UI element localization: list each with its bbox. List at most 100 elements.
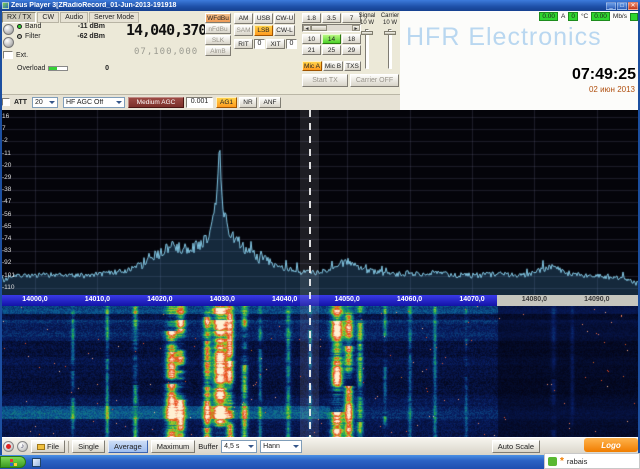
utility-button-2[interactable]: nFdBu — [205, 24, 231, 34]
txs-button[interactable]: TXS — [344, 61, 361, 71]
mode-usb[interactable]: USB — [254, 13, 273, 24]
window-fn-value: Hann — [263, 443, 291, 450]
mode-am[interactable]: AM — [234, 13, 253, 24]
tab-cw[interactable]: CW — [37, 12, 59, 23]
carrier-slider[interactable] — [388, 29, 392, 69]
signal-label: Signal — [356, 13, 378, 19]
spectrum-panel[interactable] — [0, 110, 640, 295]
utility-button-3[interactable]: SLK — [205, 35, 231, 45]
ad-popup: Logo * rabais — [544, 437, 640, 469]
ag1-button[interactable]: AG1 — [216, 97, 237, 108]
carrier-slider-thumb[interactable] — [384, 31, 396, 35]
link-status-icon — [630, 13, 638, 21]
mode-cwu[interactable]: CW-U — [274, 13, 295, 24]
band-14[interactable]: 14 — [322, 34, 341, 44]
att-select[interactable]: 20 — [32, 97, 58, 108]
rit-button[interactable]: RIT — [234, 39, 253, 49]
mode-cwl[interactable]: CW-L — [274, 25, 295, 36]
freq-label: 14040,0 — [272, 296, 297, 303]
scroll-left-icon[interactable]: ◄ — [303, 25, 311, 31]
band-25[interactable]: 25 — [322, 45, 341, 55]
tuning-line[interactable] — [309, 110, 311, 437]
vfo-b-frequency[interactable]: 07,100,000 — [134, 47, 198, 57]
band-value: -11 dBm — [78, 23, 105, 30]
chevron-down-icon — [293, 445, 299, 451]
overload-bar — [48, 66, 68, 71]
speaker-icon[interactable]: ♪ — [17, 441, 28, 452]
agc-mode-button[interactable]: Medium AGC — [128, 97, 184, 108]
freq-label: 14090,0 — [584, 296, 609, 303]
app-icon — [2, 2, 9, 9]
control-panel: RX / TX CW Audio Server Mode Band -11 dB… — [0, 11, 640, 110]
tab-audio[interactable]: Audio — [60, 12, 88, 23]
band-10[interactable]: 10 — [302, 34, 321, 44]
utility-button-1[interactable]: WFdBu — [205, 13, 231, 23]
spectrum-canvas[interactable] — [0, 110, 640, 295]
ext-indicator[interactable] — [3, 51, 13, 59]
ad-star-icon: * — [560, 456, 564, 467]
chevron-down-icon — [49, 101, 55, 107]
tuning-knob[interactable] — [3, 24, 14, 35]
start-button[interactable] — [0, 456, 26, 468]
filter-led-icon — [17, 34, 22, 39]
ext-label: Ext. — [16, 52, 28, 59]
xit-button[interactable]: XIT — [266, 39, 285, 49]
temp-value: 0 — [568, 12, 578, 21]
current-unit: A — [561, 13, 565, 20]
band-18[interactable]: 18 — [342, 34, 361, 44]
band-21[interactable]: 21 — [302, 45, 321, 55]
vfo-a-frequency[interactable]: 14,040,370 — [126, 21, 206, 39]
band-3-5[interactable]: 3.5 — [322, 13, 341, 23]
volume-knob[interactable] — [3, 37, 14, 48]
band-scrollbar[interactable]: ◄ ► — [302, 24, 361, 32]
single-button[interactable]: Single — [72, 440, 105, 453]
waterfall-panel[interactable] — [0, 306, 640, 437]
hardware-status: 0.00 A 0 °C 0.00 Mb/s — [539, 12, 638, 21]
anf-button[interactable]: ANF — [259, 97, 281, 108]
signal-slider[interactable] — [365, 29, 369, 69]
close-button[interactable]: ✕ — [628, 2, 638, 10]
hf-agc-select[interactable]: HF AGC Off — [63, 97, 125, 108]
minimize-button[interactable]: _ — [606, 2, 616, 10]
maximum-button[interactable]: Maximum — [151, 440, 196, 453]
record-icon[interactable] — [3, 441, 14, 452]
nr-button[interactable]: NR — [239, 97, 257, 108]
auto-scale-button[interactable]: Auto Scale — [492, 440, 540, 453]
tab-rx-tx[interactable]: RX / TX — [2, 12, 36, 23]
titlebar[interactable]: Zeus Player 3[ZRadioRecord_01-Jun-2013-1… — [0, 0, 640, 11]
mode-lsb[interactable]: LSB — [254, 25, 273, 36]
maximize-button[interactable]: □ — [617, 2, 627, 10]
scroll-thumb[interactable] — [311, 25, 327, 31]
mic-b-button[interactable]: Mic B — [323, 61, 343, 71]
utility-button-4[interactable]: AlmB — [205, 46, 231, 56]
att-checkbox[interactable] — [2, 98, 10, 106]
freq-label: 14080,0 — [522, 296, 547, 303]
chevron-down-icon — [116, 101, 122, 107]
toolbar-separator — [68, 441, 69, 453]
ad-logo[interactable]: Logo — [584, 438, 638, 452]
signal-slider-thumb[interactable] — [361, 31, 373, 35]
ad-card[interactable]: * rabais — [544, 453, 640, 469]
att-label: ATT — [14, 99, 27, 106]
xit-value[interactable]: 0 — [286, 39, 297, 49]
carrier-off-button[interactable]: Carrier OFF — [350, 74, 399, 87]
waterfall-canvas[interactable] — [0, 306, 640, 437]
buffer-label: Buffer — [198, 442, 218, 451]
quicklaunch-icon[interactable] — [32, 458, 41, 467]
band-1-8[interactable]: 1.8 — [302, 13, 321, 23]
filter-label: Filter — [25, 33, 41, 40]
rit-value[interactable]: 0 — [254, 39, 265, 49]
average-button[interactable]: Average — [108, 440, 148, 453]
overload-label: Overload — [17, 65, 45, 72]
ad-green-icon — [548, 457, 557, 466]
mode-sam[interactable]: SAM — [234, 25, 253, 36]
buffer-select[interactable]: 4,5 s — [221, 440, 257, 453]
frequency-ruler[interactable]: 14000,014010,014020,014030,014040,014050… — [0, 295, 640, 306]
start-tx-button[interactable]: Start TX — [302, 74, 348, 87]
mic-a-button[interactable]: Mic A — [302, 61, 322, 71]
agc-value[interactable]: 0.001 — [186, 97, 213, 108]
file-button[interactable]: File — [31, 440, 65, 453]
chevron-down-icon — [248, 445, 254, 451]
band-29[interactable]: 29 — [342, 45, 361, 55]
window-fn-select[interactable]: Hann — [260, 440, 302, 453]
